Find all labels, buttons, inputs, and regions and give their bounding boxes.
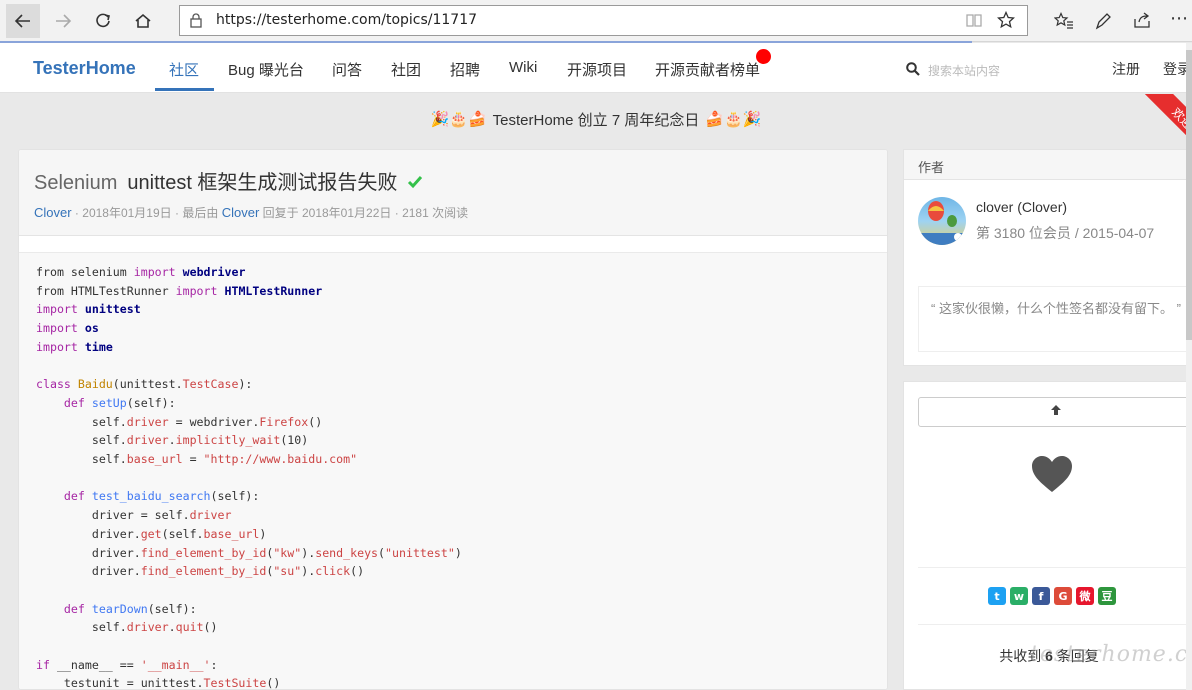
member-info: 第 3180 位会员 / 2015-04-07 (976, 225, 1155, 241)
twitter-icon[interactable]: t (988, 587, 1006, 605)
nav-community[interactable]: 社区 (169, 59, 199, 80)
view-count: 2181 次阅读 (402, 206, 469, 220)
created-date: 2018年01月19日 (82, 206, 172, 220)
signature: “ 这家伙很懒，什么个性签名都没有留下。 ” (918, 286, 1192, 352)
topic-meta: Clover · 2018年01月19日 · 最后由 Clover 回复于 20… (34, 205, 469, 220)
facebook-icon[interactable]: f (1032, 587, 1050, 605)
nav-open-source[interactable]: 开源项目 (567, 59, 627, 80)
author-name[interactable]: clover (Clover) (976, 199, 1067, 215)
weibo-icon[interactable]: 微 (1076, 587, 1094, 605)
topic-card: Selenium unittest 框架生成测试报告失败 Clover · 201… (18, 149, 888, 690)
favorite-star-icon[interactable] (996, 10, 1016, 34)
author-card-header: 作者 (904, 150, 1192, 180)
code-block: from selenium import webdriver from HTML… (19, 252, 887, 690)
author-link[interactable]: Clover (34, 205, 72, 220)
heart-icon[interactable] (1031, 455, 1073, 498)
forward-arrow-icon[interactable] (46, 4, 80, 38)
site-navbar: TesterHome 社区 Bug 曝光台 问答 社团 招聘 Wiki 开源项目… (0, 43, 1192, 93)
site-watermark: testerhome.com (1030, 642, 1192, 667)
code-content: from selenium import webdriver from HTML… (36, 265, 462, 690)
topic-title: Selenium unittest 框架生成测试报告失败 (34, 166, 423, 195)
share-bar: t w f G 微 豆 (988, 587, 1116, 605)
back-arrow-icon[interactable] (6, 4, 40, 38)
favorites-list-icon[interactable] (1053, 12, 1074, 35)
search-icon[interactable] (906, 62, 920, 81)
nav-active-indicator (155, 88, 214, 91)
nav-qa[interactable]: 问答 (332, 59, 362, 80)
last-reply-user-link[interactable]: Clover (222, 205, 260, 220)
google-plus-icon[interactable]: G (1054, 587, 1072, 605)
announcement-text: TesterHome 创立 7 周年纪念日 (492, 111, 700, 129)
url-text: https://testerhome.com/topics/11717 (216, 12, 478, 28)
scroll-top-button[interactable] (918, 397, 1192, 427)
lock-icon (190, 13, 202, 33)
nav-contributors[interactable]: 开源贡献者榜单 (655, 59, 760, 80)
last-reply-prefix: 最后由 (182, 206, 219, 220)
reading-view-icon[interactable] (966, 13, 982, 33)
avatar[interactable] (918, 197, 966, 245)
nav-bug-exposure[interactable]: Bug 曝光台 (228, 59, 304, 80)
address-bar[interactable]: https://testerhome.com/topics/11717 (179, 5, 1028, 36)
search-input[interactable]: 搜索本站内容 (928, 62, 1000, 79)
arrow-up-icon (1050, 403, 1062, 421)
celebration-emoji-left: 🎉🎂🍰 (430, 111, 487, 128)
topic-header: Selenium unittest 框架生成测试报告失败 Clover · 201… (19, 150, 887, 236)
register-link[interactable]: 注册 (1112, 59, 1140, 79)
celebration-emoji-right: 🍰🎂🎉 (705, 111, 762, 128)
nav-groups[interactable]: 社团 (391, 59, 421, 80)
divider (918, 567, 1192, 568)
share-icon[interactable] (1133, 11, 1151, 34)
scrollbar-thumb[interactable] (1186, 50, 1192, 340)
topic-node[interactable]: Selenium (34, 172, 117, 194)
more-icon[interactable]: ⋯ (1170, 8, 1188, 29)
divider (918, 624, 1192, 625)
announcement-banner: 🎉🎂🍰 TesterHome 创立 7 周年纪念日 🍰🎂🎉 (0, 94, 1192, 144)
wechat-icon[interactable]: w (1010, 587, 1028, 605)
notification-badge (756, 49, 771, 64)
browser-toolbar: https://testerhome.com/topics/11717 ⋯ (0, 0, 1192, 42)
nav-wiki[interactable]: Wiki (509, 59, 537, 76)
verified-check-icon (407, 172, 423, 195)
pen-icon[interactable] (1094, 11, 1112, 36)
nav-jobs[interactable]: 招聘 (450, 59, 480, 80)
refresh-icon[interactable] (86, 4, 120, 38)
douban-icon[interactable]: 豆 (1098, 587, 1116, 605)
home-icon[interactable] (126, 4, 160, 38)
topic-title-text: unittest 框架生成测试报告失败 (127, 172, 398, 194)
brand-logo[interactable]: TesterHome (33, 58, 136, 79)
last-reply-text: 回复于 2018年01月22日 (262, 206, 392, 220)
author-card: 作者 clover (Clover) 第 3180 位会员 / 2015-04-… (903, 149, 1192, 366)
